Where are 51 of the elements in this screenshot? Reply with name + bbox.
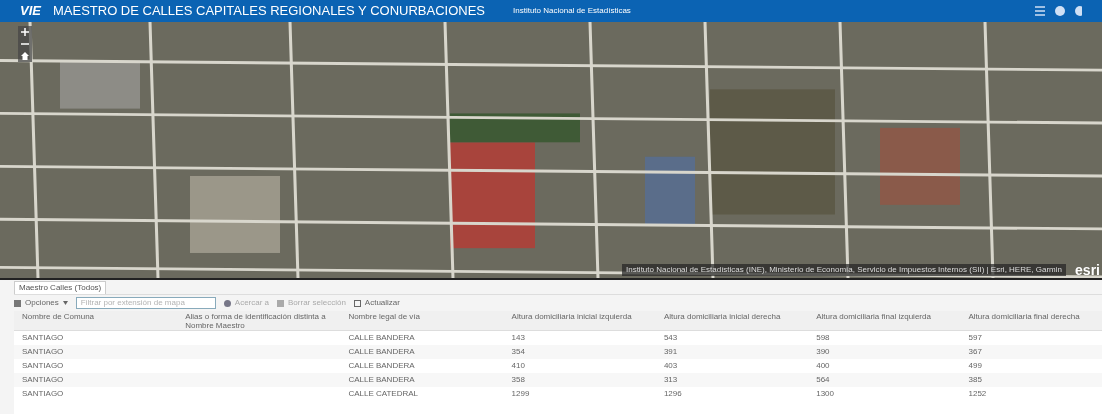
- table-cell: SANTIAGO: [22, 388, 64, 400]
- table-cell: 143: [511, 332, 525, 344]
- column-header[interactable]: Altura domiciliaria final derecha: [960, 311, 1102, 330]
- table-cell: SANTIAGO: [22, 346, 64, 358]
- table-cell: 1252: [968, 388, 987, 400]
- options-button[interactable]: Opciones: [14, 297, 68, 309]
- table-cell: 1296: [663, 388, 682, 400]
- panel-tab[interactable]: Maestro Calles (Todos): [14, 281, 107, 294]
- table-cell: SANTIAGO: [22, 332, 64, 344]
- table-cell: 390: [816, 346, 830, 358]
- map-logo: esri: [1075, 262, 1100, 278]
- home-icon[interactable]: [20, 50, 30, 62]
- list-icon[interactable]: [1034, 5, 1046, 17]
- table-cell: 499: [968, 360, 982, 372]
- table-cell: 543: [663, 332, 678, 344]
- table-cell: SANTIAGO: [22, 374, 64, 386]
- column-header[interactable]: Nombre de Comuna: [14, 311, 178, 330]
- refresh-button[interactable]: Actualizar: [353, 297, 400, 309]
- app-subtitle: Instituto Nacional de Estadísticas: [513, 5, 631, 17]
- column-header[interactable]: Altura domiciliaria inicial izquierda: [503, 311, 656, 330]
- table-cell: 391: [663, 346, 678, 358]
- filter-field[interactable]: Filtrar por extensión de mapa: [75, 297, 216, 309]
- column-header[interactable]: Altura domiciliaria final izquierda: [808, 311, 961, 330]
- table-cell: 403: [663, 360, 678, 372]
- table-cell: 385: [968, 374, 982, 386]
- table-cell: CALLE BANDERA: [348, 332, 415, 344]
- table-cell: 358: [511, 374, 525, 386]
- column-header[interactable]: Alias o forma de identificación distinta a Nombre Maestro: [177, 311, 341, 330]
- table-cell: 400: [816, 360, 830, 372]
- table-cell: CALLE CATEDRAL: [348, 388, 419, 400]
- table-cell: CALLE BANDERA: [348, 374, 415, 386]
- table-cell: 1299: [511, 388, 530, 400]
- logo: VIE: [20, 2, 41, 21]
- table-cell: 1300: [816, 388, 834, 400]
- table-cell: 410: [511, 360, 525, 372]
- table-cell: CALLE BANDERA: [348, 360, 415, 372]
- caret-icon: [62, 301, 68, 305]
- app-title: MAESTRO DE CALLES CAPITALES REGIONALES Y CONURBACIONES: [52, 2, 485, 21]
- table-cell: 354: [511, 346, 525, 358]
- table-cell: CALLE BANDERA: [348, 346, 415, 358]
- table-cell: 313: [663, 374, 678, 386]
- table-cell: 598: [816, 332, 830, 344]
- map-attribution: Instituto Nacional de Estadísticas (INE), Ministerio de Economía, Servicio de Impuestos Internos (SII) | Esri, HERE, Garmin: [621, 264, 1066, 276]
- table-cell: 564: [816, 374, 830, 386]
- table-cell: SANTIAGO: [22, 360, 64, 372]
- table-cell: 367: [968, 346, 982, 358]
- table-cell: 597: [968, 332, 982, 344]
- square-icon: [353, 299, 361, 307]
- column-header[interactable]: Altura domiciliaria inicial derecha: [655, 311, 809, 330]
- zoom-in-icon[interactable]: [20, 26, 30, 38]
- column-header[interactable]: Nombre legal de vía: [340, 311, 504, 330]
